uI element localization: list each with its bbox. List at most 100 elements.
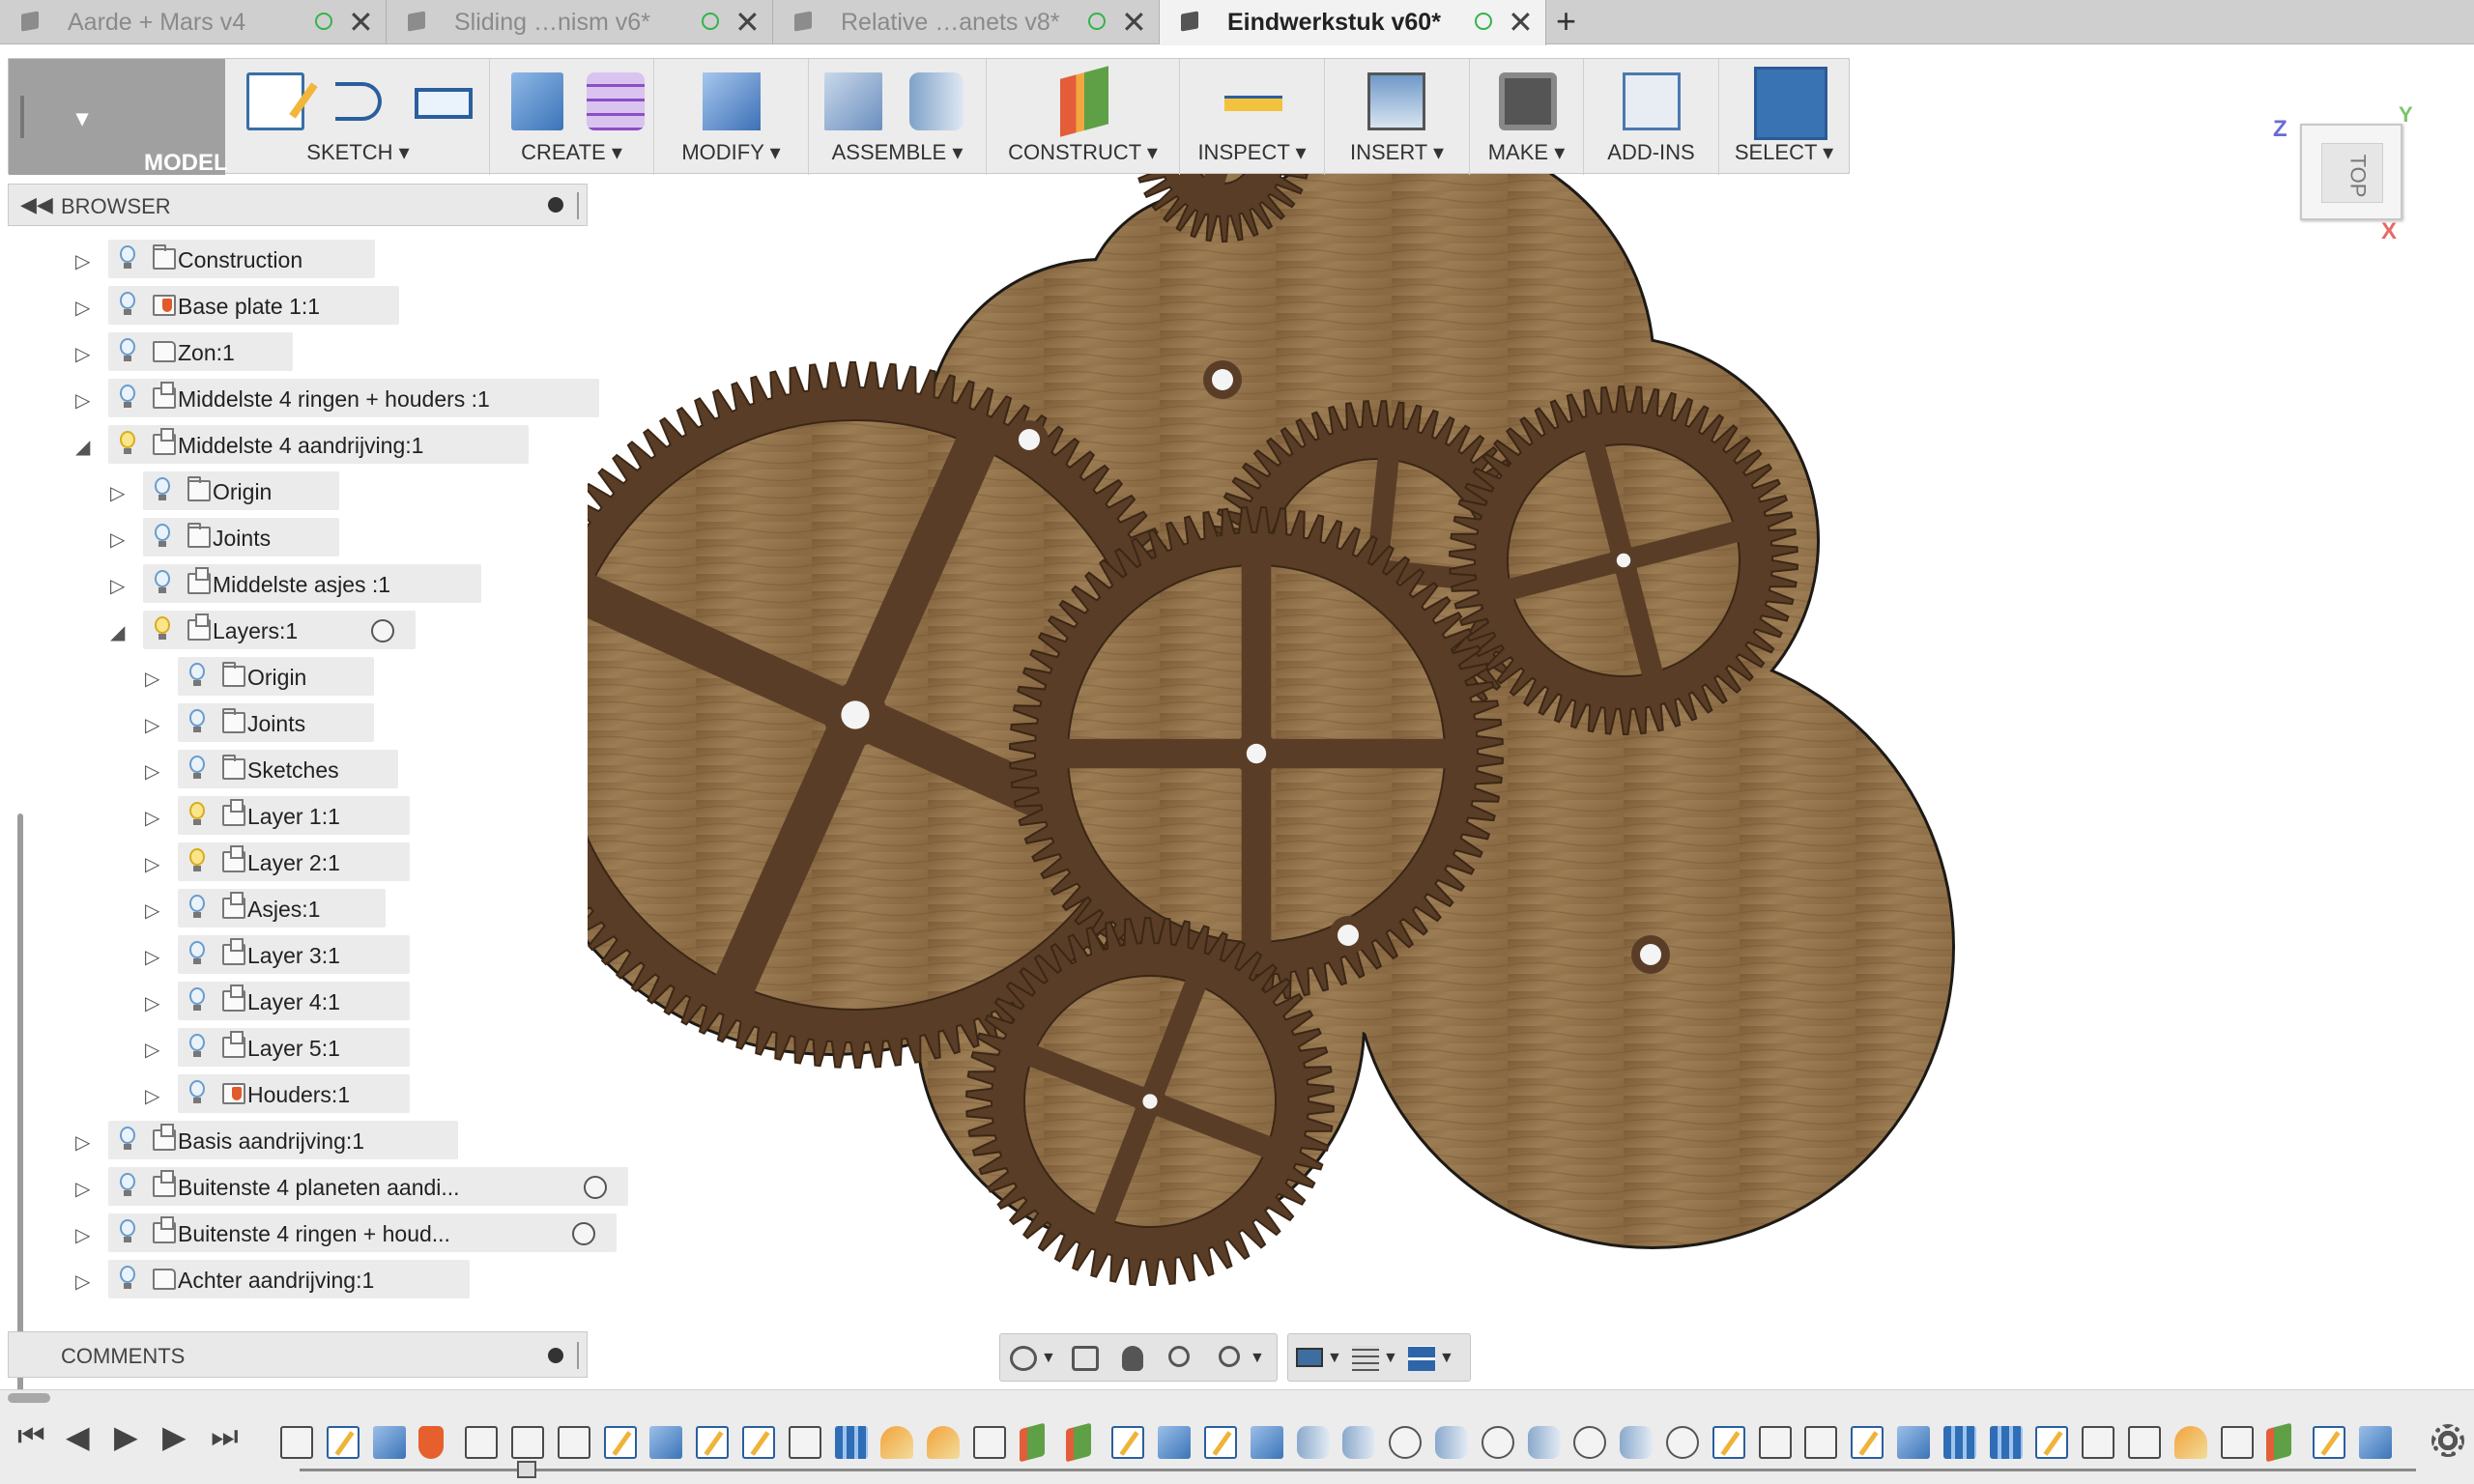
visibility-bulb-icon[interactable] <box>118 1266 137 1291</box>
timeline-box-feature-icon[interactable] <box>1758 1426 1792 1459</box>
timeline-sketch-feature-icon[interactable] <box>2035 1426 2069 1459</box>
visibility-bulb-icon[interactable] <box>187 709 207 734</box>
visibility-bulb-icon[interactable] <box>187 663 207 688</box>
timeline-orange-feature-icon[interactable] <box>880 1426 914 1459</box>
browser-item[interactable]: Buitenste 4 ringen + houd... <box>108 1213 617 1252</box>
timeline-pin-feature-icon[interactable] <box>418 1426 445 1459</box>
timeline-pattern-feature-icon[interactable] <box>834 1426 868 1459</box>
timeline-pattern-feature-icon[interactable] <box>1989 1426 2023 1459</box>
timeline-scrollbar[interactable] <box>8 1393 50 1403</box>
chevron-down-icon[interactable]: ▼ <box>1439 1350 1454 1367</box>
visibility-bulb-icon[interactable] <box>153 477 172 502</box>
collapsed-triangle-icon[interactable]: ▷ <box>75 388 95 413</box>
browser-item[interactable]: Houders:1 <box>178 1074 410 1113</box>
collapsed-triangle-icon[interactable]: ▷ <box>145 806 164 830</box>
timeline-sketch-feature-icon[interactable] <box>1204 1426 1237 1459</box>
tab-eindwerkstuk[interactable]: Eindwerkstuk v60* ✕ <box>1160 0 1546 45</box>
timeline-scrubber[interactable] <box>300 1469 2416 1471</box>
collapsed-triangle-icon[interactable]: ▷ <box>75 342 95 366</box>
browser-item[interactable]: Layer 3:1 <box>178 935 410 974</box>
step-forward-icon[interactable]: ▶ <box>162 1418 187 1455</box>
timeline-sketch-feature-icon[interactable] <box>1111 1426 1145 1459</box>
browser-item[interactable]: Origin <box>143 471 340 510</box>
zoom-window-icon[interactable] <box>1219 1346 1240 1367</box>
panel-grip-icon[interactable] <box>577 192 581 219</box>
browser-item[interactable]: Layer 4:1 <box>178 982 410 1020</box>
new-tab-plus-icon[interactable]: + <box>1556 1 1576 42</box>
make-group[interactable]: MAKE ▾ <box>1470 59 1584 175</box>
insert-image-icon[interactable] <box>1367 72 1425 130</box>
spline-icon[interactable] <box>335 82 382 121</box>
browser-item[interactable]: Joints <box>178 703 375 742</box>
timeline-joint-feature-icon[interactable] <box>1527 1426 1561 1459</box>
collapsed-triangle-icon[interactable]: ▷ <box>145 852 164 876</box>
rectangle-icon[interactable] <box>415 88 473 119</box>
new-component-icon[interactable] <box>824 72 882 130</box>
3d-print-icon[interactable] <box>1499 72 1557 130</box>
timeline-sketch-feature-icon[interactable] <box>603 1426 637 1459</box>
collapsed-triangle-icon[interactable]: ▷ <box>75 1270 95 1294</box>
timeline-plane-feature-icon[interactable] <box>1019 1422 1045 1463</box>
close-icon[interactable]: ✕ <box>1121 4 1147 41</box>
extrude-icon[interactable] <box>511 72 563 130</box>
timeline-joint-feature-icon[interactable] <box>1435 1426 1468 1459</box>
zoom-icon[interactable] <box>1168 1346 1190 1367</box>
chevron-down-icon[interactable]: ▼ <box>1327 1350 1342 1367</box>
select-group[interactable]: SELECT ▾ <box>1719 59 1849 175</box>
gear-icon[interactable] <box>2431 1424 2464 1457</box>
expanded-triangle-icon[interactable]: ◢ <box>75 435 95 459</box>
joint-icon[interactable] <box>909 72 964 130</box>
timeline-extrude-feature-icon[interactable] <box>372 1426 406 1459</box>
browser-item[interactable]: Asjes:1 <box>178 889 387 928</box>
browser-item[interactable]: Construction <box>108 240 376 278</box>
visibility-bulb-icon[interactable] <box>153 616 172 642</box>
browser-item[interactable]: Layers:1 <box>143 611 416 649</box>
visibility-bulb-icon[interactable] <box>187 756 207 781</box>
timeline-plane-feature-icon[interactable] <box>2266 1422 2292 1463</box>
collapsed-triangle-icon[interactable]: ▷ <box>145 759 164 784</box>
collapsed-triangle-icon[interactable]: ▷ <box>145 991 164 1015</box>
expanded-triangle-icon[interactable]: ◢ <box>110 620 129 644</box>
addins-group[interactable]: ADD-INS <box>1584 59 1719 175</box>
viewports-icon[interactable] <box>1408 1346 1435 1371</box>
select-icon[interactable] <box>1754 67 1827 140</box>
browser-item[interactable]: Sketches <box>178 750 398 788</box>
comments-panel[interactable]: COMMENTS <box>8 1331 588 1378</box>
look-at-icon[interactable] <box>1072 1346 1099 1371</box>
panel-grip-icon[interactable] <box>577 1342 581 1369</box>
timeline-move-feature-icon[interactable] <box>1389 1426 1423 1459</box>
timeline-box-feature-icon[interactable] <box>2082 1426 2115 1459</box>
collapsed-triangle-icon[interactable]: ▷ <box>145 1084 164 1108</box>
browser-item[interactable]: Base plate 1:1 <box>108 286 399 325</box>
browser-item[interactable]: Middelste 4 ringen + houders :1 <box>108 379 600 417</box>
visibility-bulb-icon[interactable] <box>118 1219 137 1244</box>
form-icon[interactable] <box>587 72 645 130</box>
activate-radio-icon[interactable] <box>571 1222 595 1245</box>
measure-icon[interactable] <box>1224 96 1282 111</box>
collapsed-triangle-icon[interactable]: ▷ <box>75 1130 95 1155</box>
offset-plane-icon[interactable] <box>1060 66 1108 137</box>
visibility-bulb-icon[interactable] <box>118 1127 137 1152</box>
collapsed-triangle-icon[interactable]: ▷ <box>75 249 95 273</box>
timeline-box-feature-icon[interactable] <box>280 1426 313 1459</box>
visibility-bulb-icon[interactable] <box>118 431 137 456</box>
modify-group[interactable]: MODIFY ▾ <box>654 59 809 175</box>
timeline-extrude-feature-icon[interactable] <box>2359 1426 2392 1459</box>
visibility-bulb-icon[interactable] <box>187 848 207 873</box>
browser-item[interactable]: Achter aandrijving:1 <box>108 1260 470 1298</box>
timeline-extrude-feature-icon[interactable] <box>649 1426 683 1459</box>
timeline-box-feature-icon[interactable] <box>465 1426 499 1459</box>
chevron-down-icon[interactable]: ▼ <box>1383 1350 1398 1367</box>
collapsed-triangle-icon[interactable]: ▷ <box>145 667 164 691</box>
add-comment-icon[interactable] <box>548 1348 563 1363</box>
visibility-bulb-icon[interactable] <box>118 385 137 410</box>
browser-item[interactable]: Buitenste 4 planeten aandi... <box>108 1167 628 1206</box>
timeline-sketch-feature-icon[interactable] <box>1851 1426 1884 1459</box>
collapsed-triangle-icon[interactable]: ▷ <box>75 1177 95 1201</box>
timeline-sketch-feature-icon[interactable] <box>742 1426 775 1459</box>
pan-hand-icon[interactable] <box>1122 1346 1143 1371</box>
timeline-marker[interactable] <box>517 1461 536 1478</box>
collapsed-triangle-icon[interactable]: ▷ <box>110 528 129 552</box>
visibility-bulb-icon[interactable] <box>187 1080 207 1105</box>
visibility-bulb-icon[interactable] <box>118 338 137 363</box>
